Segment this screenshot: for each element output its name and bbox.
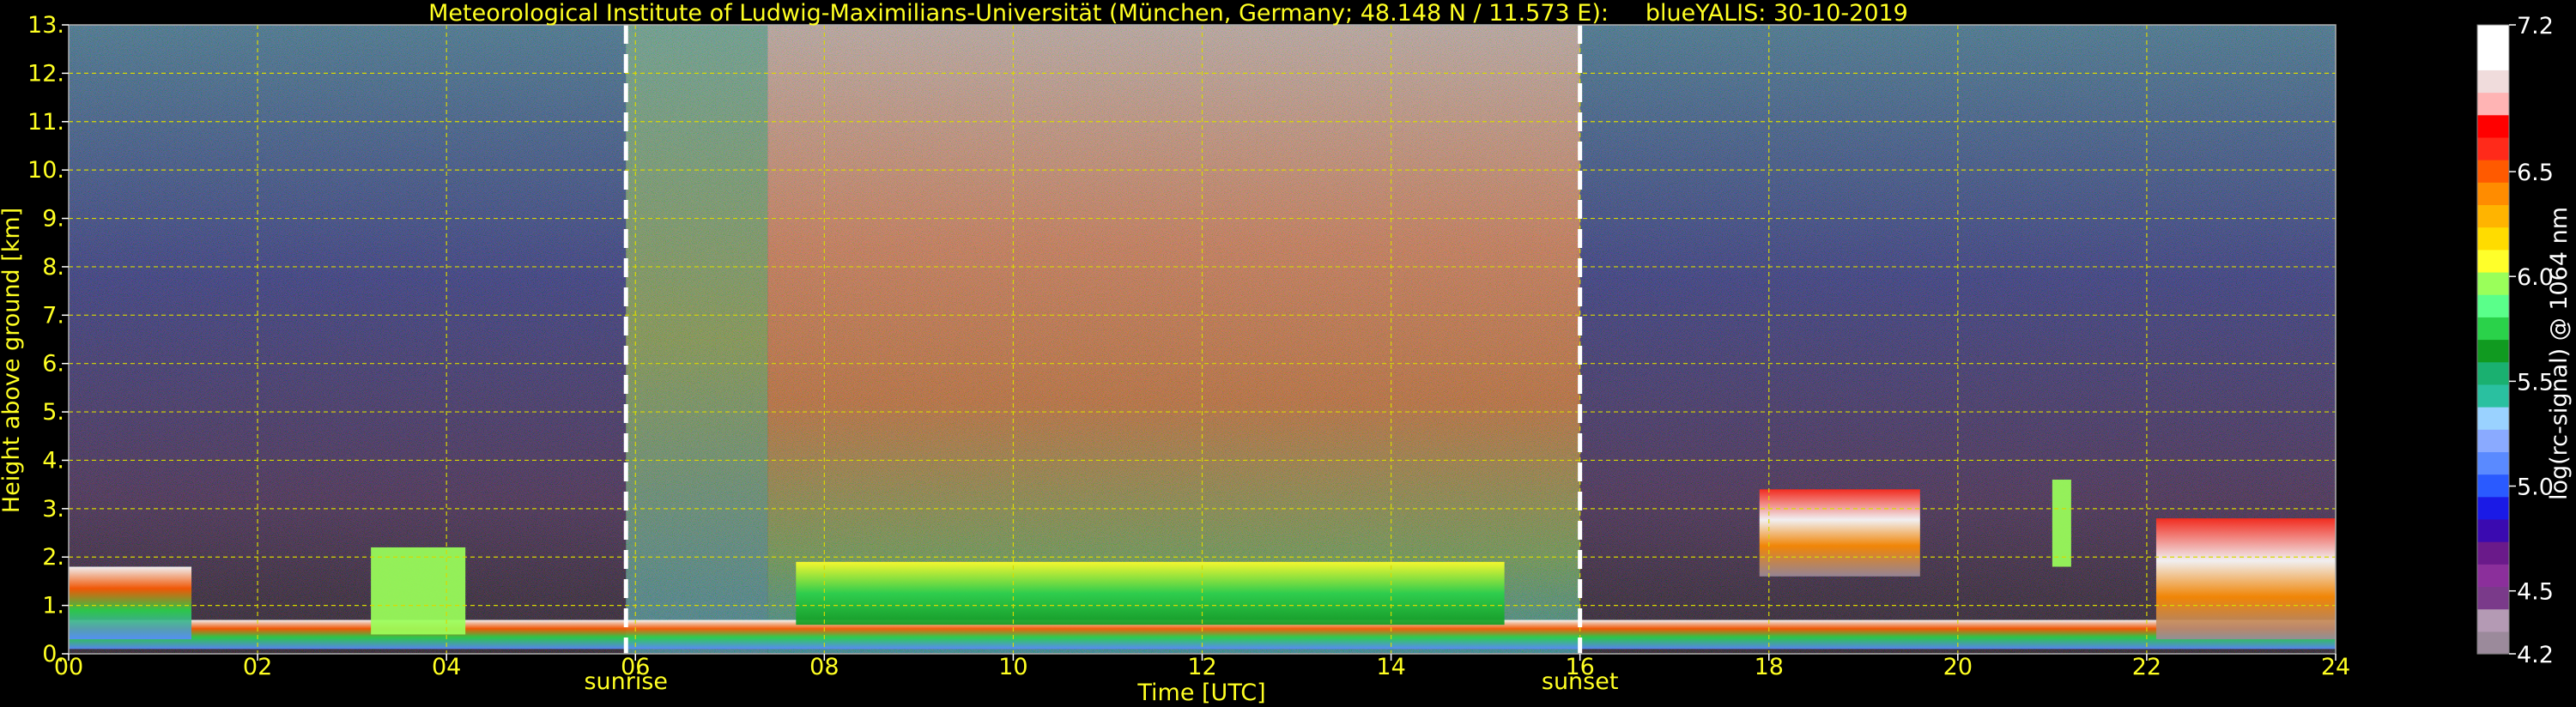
feature-cloud-patch (2052, 480, 2071, 567)
colorbar-segment (2477, 182, 2509, 206)
x-tick-label: 02 (243, 654, 272, 680)
y-tick-label: 8. (42, 254, 64, 281)
colorbar-segment (2477, 361, 2509, 385)
colorbar-segment (2477, 249, 2509, 273)
y-axis-label: Height above ground [km] (0, 208, 25, 513)
y-tick-label: 3. (42, 496, 64, 523)
x-tick-label: 18 (1755, 654, 1784, 680)
x-tick-label: 22 (2132, 654, 2161, 680)
colorbar-segment (2477, 271, 2509, 295)
colorbar-segment (2477, 407, 2509, 430)
colorbar-segment (2477, 518, 2509, 542)
y-tick-label: 10. (27, 157, 64, 184)
feature-residual-layer (69, 566, 192, 640)
x-tick-label: 10 (998, 654, 1027, 680)
colorbar-segment (2477, 136, 2509, 160)
colorbar-segment (2477, 339, 2509, 363)
y-tick-label: 11. (27, 109, 64, 136)
chart-title: Meteorological Institute of Ludwig-Maxim… (428, 0, 1908, 27)
colorbar-segment (2477, 384, 2509, 408)
colorbar-segment (2477, 227, 2509, 251)
colorbar-segment (2477, 47, 2509, 70)
colorbar-label: log(rc-signal) @ 1064 nm (2546, 207, 2573, 500)
colorbar-segment (2477, 294, 2509, 317)
y-tick-label: 2. (42, 544, 64, 571)
colorbar-segment (2477, 631, 2509, 655)
y-tick-label: 6. (42, 351, 64, 378)
colorbar-segment (2477, 204, 2509, 228)
colorbar-segment (2477, 160, 2509, 183)
colorbar-tick-label: 4.5 (2517, 579, 2554, 606)
x-axis-label: Time [UTC] (1136, 680, 1265, 706)
colorbar-segment (2477, 586, 2509, 610)
colorbar-segment (2477, 429, 2509, 452)
x-tick-label: 16 (1565, 654, 1594, 680)
y-tick-label: 4. (42, 447, 64, 474)
colorbar-segment (2477, 317, 2509, 341)
colorbar-segment (2477, 541, 2509, 565)
y-tick-label: 5. (42, 399, 64, 426)
colorbar-tick-label: 6.5 (2517, 160, 2554, 186)
x-tick-label: 14 (1376, 654, 1405, 680)
x-tick-label: 06 (621, 654, 650, 680)
x-tick-label: 24 (2321, 654, 2350, 680)
colorbar-segment (2477, 474, 2509, 498)
colorbar-segment (2477, 608, 2509, 632)
colorbar-tick-label: 4.2 (2517, 642, 2554, 668)
colorbar-segment (2477, 496, 2509, 520)
feature-cloud-layer (1759, 489, 1920, 577)
lidar-chart: sunrise sunset 00 02 04 06 08 10 12 14 16 18 20 22 24… (0, 0, 2573, 706)
colorbar-segment (2477, 25, 2509, 48)
y-tick-label: 9. (42, 206, 64, 233)
colorbar-segment (2477, 92, 2509, 116)
colorbar: 4.24.55.05.56.06.57.2 (2476, 13, 2554, 668)
x-tick-label: 20 (1943, 654, 1973, 680)
feature-evening-cloud (2155, 518, 2336, 640)
y-tick-label: 12. (27, 60, 64, 87)
feature-low-cloud (371, 547, 466, 635)
colorbar-segment (2477, 69, 2509, 94)
colorbar-segment (2477, 114, 2509, 138)
y-tick-label: 1. (42, 593, 64, 619)
colorbar-segment (2477, 451, 2509, 475)
x-tick-label: 04 (432, 654, 461, 680)
colorbar-segment (2477, 564, 2509, 588)
y-tick-label: 13. (27, 12, 64, 39)
x-tick-label: 12 (1187, 654, 1216, 680)
colorbar-tick-label: 7.2 (2517, 13, 2554, 39)
y-tick-label: 7. (42, 302, 64, 329)
y-tick-label: 0. (42, 641, 64, 668)
x-tick-label: 08 (809, 654, 839, 680)
feature-daytime-aerosol-layer (796, 561, 1505, 625)
